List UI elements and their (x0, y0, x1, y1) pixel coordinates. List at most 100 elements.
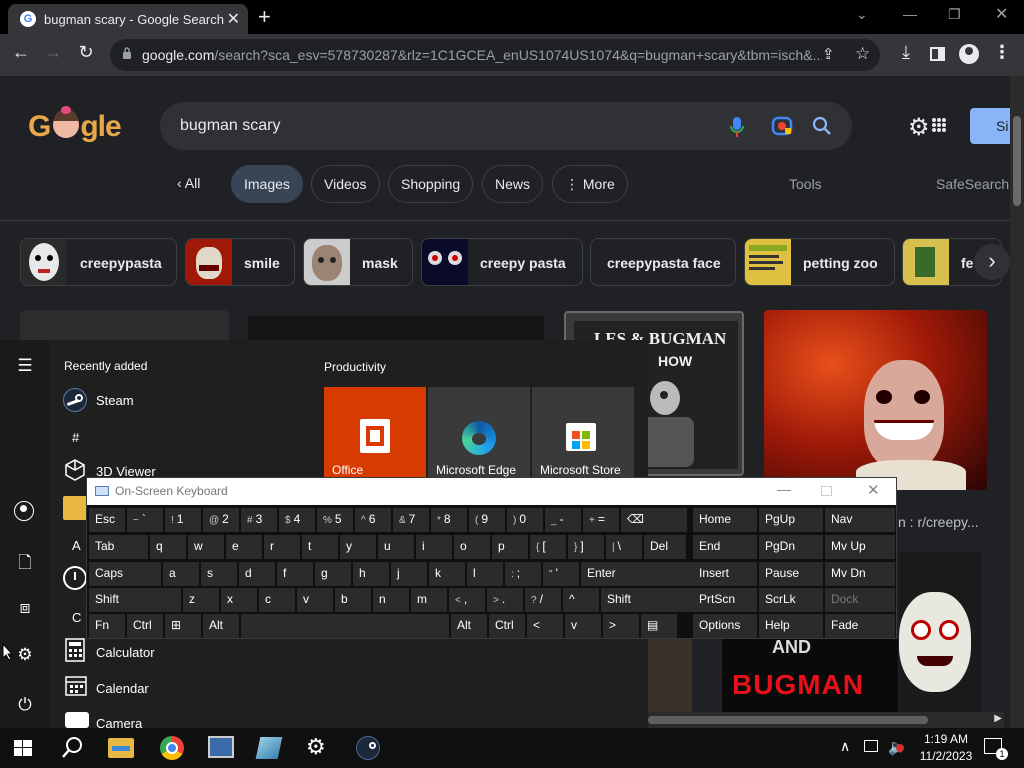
app-steam[interactable]: Steam (96, 393, 134, 408)
apps-grid-icon[interactable] (932, 118, 946, 132)
osk-key[interactable]: l (467, 562, 503, 586)
tab-search-icon[interactable]: ⌄ (856, 6, 868, 23)
osk-key[interactable]: ^ (563, 588, 599, 612)
tab-news[interactable]: News (482, 165, 544, 203)
image-result-smile[interactable] (764, 310, 987, 490)
share-icon[interactable]: ⇪ (822, 45, 835, 63)
osk-key[interactable]: j (391, 562, 427, 586)
osk-key[interactable]: f (277, 562, 313, 586)
tab-shopping[interactable]: Shopping (388, 165, 474, 203)
related-chip[interactable]: creepypasta (20, 238, 177, 286)
letter-header-hash[interactable]: # (72, 430, 79, 445)
osk-key[interactable]: Alt (203, 614, 239, 638)
osk-nav-key[interactable]: Nav (825, 508, 895, 532)
osk-key[interactable]: Esc (89, 508, 125, 532)
tile-microsoft-edge[interactable]: Microsoft Edge (428, 387, 530, 479)
osk-nav-key[interactable]: Dock (825, 588, 895, 612)
osk-key[interactable]: ! 1 (165, 508, 201, 532)
app-calculator[interactable]: Calculator (96, 645, 155, 660)
hamburger-menu-icon[interactable]: ☰ (14, 356, 36, 376)
documents-icon[interactable]: 🗋 (14, 550, 36, 579)
osk-nav-key[interactable]: Options (693, 614, 757, 638)
sign-in-button[interactable]: Si (970, 108, 1010, 144)
osk-nav-key[interactable]: End (693, 535, 757, 559)
osk-nav-key[interactable]: Mv Dn (825, 562, 895, 586)
search-icon[interactable] (58, 734, 88, 762)
osk-key[interactable]: % 5 (317, 508, 353, 532)
osk-key[interactable]: }] (568, 535, 604, 559)
osk-key[interactable]: i (416, 535, 452, 559)
osk-key[interactable]: > (603, 614, 639, 638)
clock-time[interactable]: 1:19 AM (916, 732, 976, 746)
chrome-menu-icon[interactable]: ⋮ (989, 42, 1015, 63)
page-scrollbar[interactable] (1010, 76, 1024, 728)
osk-nav-key[interactable]: Home (693, 508, 757, 532)
osk-nav-key[interactable]: Fade (825, 614, 895, 638)
chips-next-button[interactable]: › (974, 244, 1010, 280)
image-caption[interactable]: n : r/creepy... (898, 514, 979, 530)
osk-key[interactable]: | \ (606, 535, 642, 559)
reload-button[interactable]: ↻ (73, 42, 99, 63)
restore-button[interactable]: ❐ (948, 6, 961, 23)
forward-button[interactable]: → (40, 42, 66, 63)
osk-close-button[interactable]: ✕ (867, 481, 880, 499)
osk-key[interactable]: $4 (279, 508, 315, 532)
osk-key[interactable]: x (221, 588, 257, 612)
search-box[interactable]: bugman scary (160, 102, 852, 150)
new-tab-button[interactable]: + (258, 4, 271, 30)
related-chip[interactable]: creepypasta face (590, 238, 736, 286)
image-result-bugman-poster[interactable]: AND BUGMAN (722, 637, 898, 712)
volume-muted-icon[interactable]: 🔈 (888, 738, 907, 756)
osk-key[interactable]: s (201, 562, 237, 586)
osk-key[interactable]: >. (487, 588, 523, 612)
network-icon[interactable] (864, 740, 878, 752)
tab-more[interactable]: ⋮ More (552, 165, 628, 203)
osk-key[interactable]: v (297, 588, 333, 612)
osk-key[interactable]: Tab (89, 535, 148, 559)
osk-key[interactable]: d (239, 562, 275, 586)
letter-header-a[interactable]: A (72, 538, 81, 553)
minimize-button[interactable]: — (903, 6, 917, 22)
osk-key[interactable]: v (565, 614, 601, 638)
search-query[interactable]: bugman scary (180, 117, 281, 135)
bookmark-star-icon[interactable]: ☆ (855, 44, 870, 64)
related-chip[interactable]: smile (185, 238, 295, 286)
osk-nav-key[interactable]: PgUp (759, 508, 823, 532)
osk-key[interactable]: Del (644, 535, 686, 559)
osk-key[interactable]: ~ ` (127, 508, 163, 532)
osk-key[interactable]: ⌫ (621, 508, 687, 532)
related-chip[interactable]: mask (303, 238, 413, 286)
search-icon[interactable] (812, 116, 832, 136)
osk-key[interactable]: p (492, 535, 528, 559)
osk-key[interactable]: q (150, 535, 186, 559)
tile-office[interactable]: Office (324, 387, 426, 479)
osk-key[interactable]: ? / (525, 588, 561, 612)
steam-icon[interactable] (356, 736, 380, 760)
chrome-icon[interactable] (160, 736, 184, 760)
osk-key[interactable]: & 7 (393, 508, 429, 532)
osk-key[interactable]: t (302, 535, 338, 559)
osk-key[interactable]: _ - (545, 508, 581, 532)
download-icon[interactable]: ⤓ (893, 42, 919, 63)
image-result-bugman-face[interactable] (899, 552, 981, 712)
osk-key[interactable]: Ctrl (489, 614, 525, 638)
app-calendar[interactable]: Calendar (96, 681, 149, 696)
osk-key[interactable]: h (353, 562, 389, 586)
user-account-icon[interactable] (14, 501, 36, 521)
scrollbar-thumb[interactable] (1013, 116, 1021, 206)
osk-maximize-button[interactable] (821, 486, 832, 496)
tab-videos[interactable]: Videos (311, 165, 380, 203)
safesearch-button[interactable]: SafeSearch (936, 176, 1009, 192)
settings-icon[interactable]: ⚙ (14, 645, 36, 665)
osk-key[interactable] (241, 614, 449, 638)
osk-key[interactable]: Ctrl (127, 614, 163, 638)
osk-key[interactable]: " ' (543, 562, 579, 586)
osk-key[interactable]: ) 0 (507, 508, 543, 532)
osk-key[interactable]: o (454, 535, 490, 559)
back-button[interactable]: ← (8, 42, 34, 63)
lens-search-icon[interactable] (771, 116, 793, 136)
osk-key[interactable]: Shift (601, 588, 700, 612)
osk-key[interactable]: ▤ (641, 614, 677, 638)
tab-all[interactable]: ‹ All (165, 165, 212, 203)
tile-microsoft-store[interactable]: Microsoft Store (532, 387, 634, 479)
